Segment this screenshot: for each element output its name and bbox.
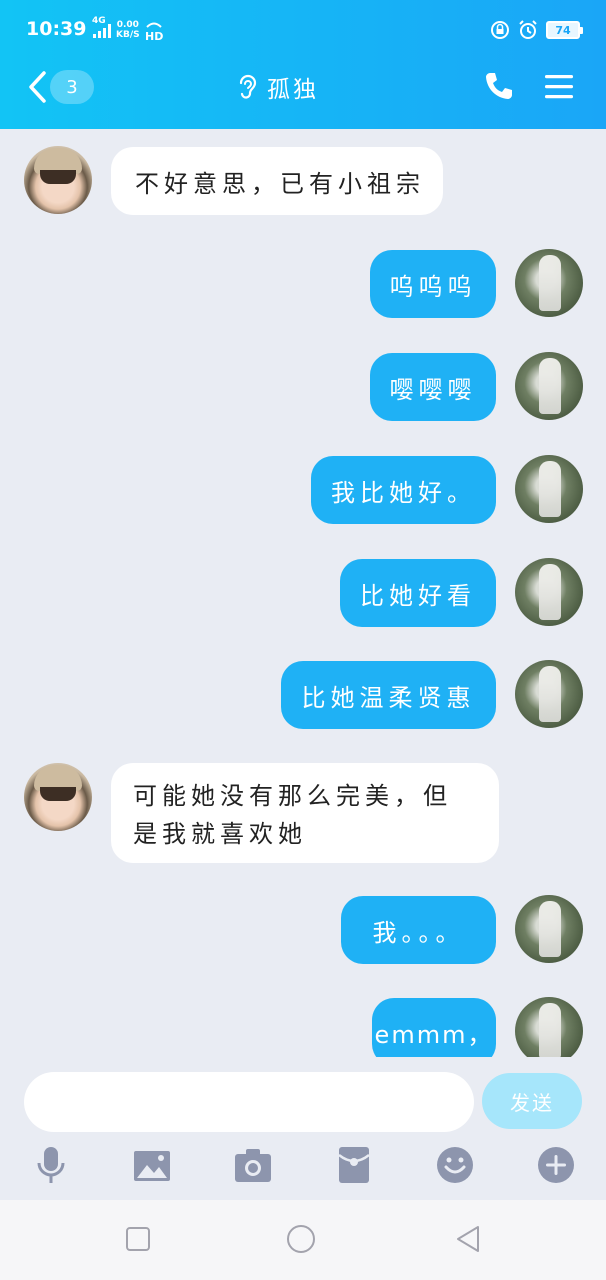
battery-indicator: 74 — [546, 21, 583, 39]
lock-rotation-icon — [491, 21, 509, 39]
back-triangle-icon[interactable] — [453, 1224, 483, 1254]
outgoing-message-bubble[interactable]: 我比她好。 — [311, 456, 496, 524]
my-avatar[interactable] — [515, 660, 583, 728]
input-area: 发送 — [0, 1057, 606, 1200]
outgoing-message-bubble[interactable]: 呜呜呜 — [370, 250, 496, 318]
my-avatar[interactable] — [515, 895, 583, 963]
back-chevron-icon[interactable] — [26, 70, 48, 104]
message-input[interactable] — [24, 1072, 474, 1132]
status-time: 10:39 — [26, 18, 87, 40]
svg-text:HD: HD — [145, 30, 163, 42]
alarm-icon — [519, 20, 537, 39]
image-icon[interactable] — [132, 1145, 172, 1185]
chat-header: 10:39 4G 0.00 KB/S HD 74 3 孤独 — [0, 0, 606, 129]
message-line: 是我就喜欢她 — [133, 820, 307, 848]
my-avatar[interactable] — [515, 352, 583, 420]
chat-title-group[interactable]: 孤独 — [237, 72, 319, 103]
message-list[interactable]: 不好意思，已有小祖宗 呜呜呜 嘤嘤嘤 我比她好。 比她好看 比她温柔贤惠 可能她… — [0, 129, 606, 1057]
outgoing-message-bubble[interactable]: 比她好看 — [340, 559, 496, 627]
my-avatar[interactable] — [515, 249, 583, 317]
incoming-message-bubble[interactable]: 可能她没有那么完美，但 是我就喜欢她 — [111, 763, 499, 863]
phone-icon[interactable] — [483, 70, 515, 102]
contact-avatar[interactable] — [24, 763, 92, 831]
recent-apps-icon[interactable] — [123, 1224, 153, 1254]
red-packet-icon[interactable] — [334, 1145, 374, 1185]
menu-icon[interactable] — [543, 72, 575, 102]
outgoing-message-bubble[interactable]: 比她温柔贤惠 — [281, 661, 496, 729]
incoming-message-bubble[interactable]: 不好意思，已有小祖宗 — [111, 147, 443, 215]
outgoing-message-bubble[interactable]: emmm， — [372, 998, 496, 1057]
emoji-icon[interactable] — [435, 1145, 475, 1185]
ear-icon — [239, 74, 257, 99]
message-line: 可能她没有那么完美，但 — [133, 782, 452, 810]
home-icon[interactable] — [286, 1224, 316, 1254]
hd-voice-icon: HD — [145, 22, 163, 42]
send-button[interactable]: 发送 — [482, 1073, 582, 1129]
microphone-icon[interactable] — [31, 1145, 71, 1185]
system-navigation-bar — [0, 1200, 606, 1280]
signal-icon — [93, 24, 111, 38]
my-avatar[interactable] — [515, 455, 583, 523]
outgoing-message-bubble[interactable]: 嘤嘤嘤 — [370, 353, 496, 421]
outgoing-message-bubble[interactable]: 我。。。 — [341, 896, 496, 964]
my-avatar[interactable] — [515, 558, 583, 626]
camera-icon[interactable] — [233, 1145, 273, 1185]
plus-icon[interactable] — [536, 1145, 576, 1185]
chat-title: 孤独 — [267, 77, 319, 103]
my-avatar[interactable] — [515, 997, 583, 1057]
status-right-group: 74 — [490, 17, 583, 43]
contact-avatar[interactable] — [24, 146, 92, 214]
status-bar: 10:39 4G 0.00 KB/S HD 74 — [0, 0, 606, 56]
input-toolbar — [0, 1145, 606, 1187]
unread-count-badge[interactable]: 3 — [50, 70, 94, 104]
network-speed: 0.00 KB/S — [116, 20, 140, 40]
nav-bar: 3 孤独 — [0, 56, 606, 129]
